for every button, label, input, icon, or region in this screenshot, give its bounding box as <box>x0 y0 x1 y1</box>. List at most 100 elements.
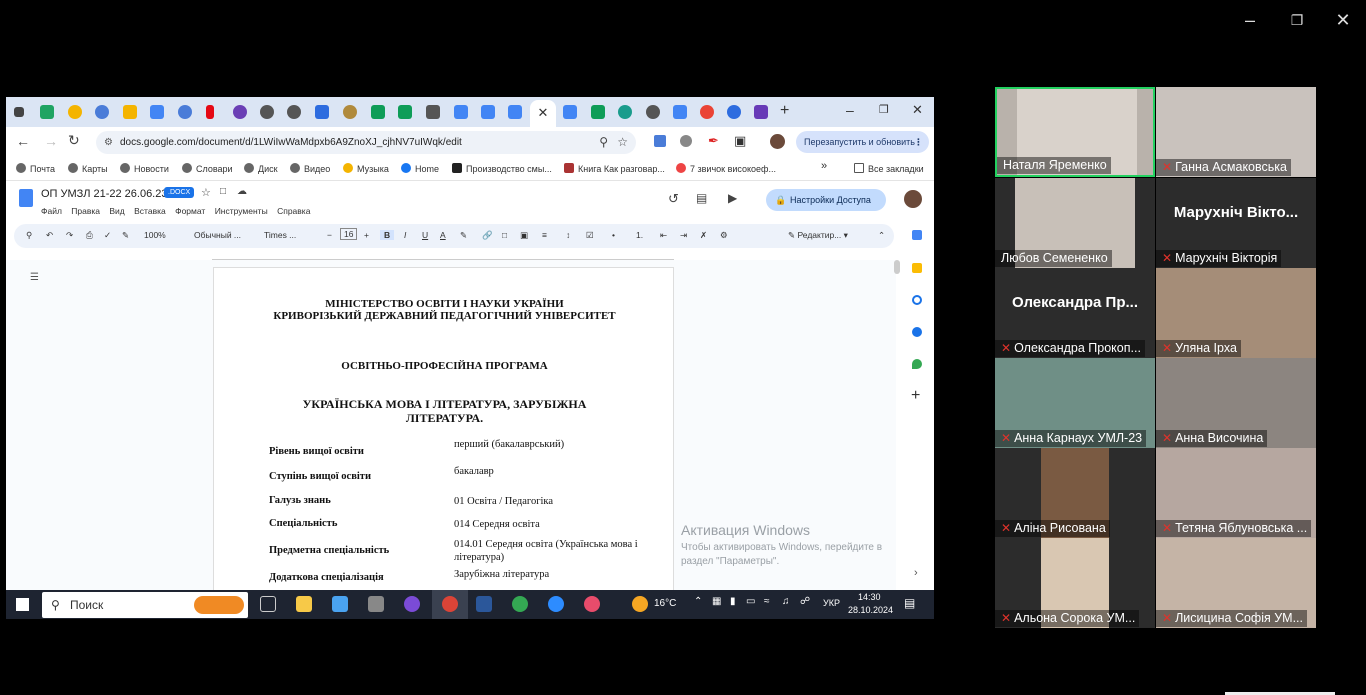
tab-icon[interactable] <box>68 105 82 119</box>
bookmark-item[interactable]: Почта <box>16 163 55 174</box>
tab-google-icon[interactable] <box>700 105 714 119</box>
menu-insert[interactable]: Вставка <box>134 206 166 216</box>
highlight-icon[interactable]: ✎ <box>460 230 467 241</box>
participant-tile[interactable]: ✕ Уляна Ірха <box>1156 268 1316 358</box>
tab-icon[interactable] <box>233 105 247 119</box>
tab-icon[interactable] <box>646 105 660 119</box>
document-title[interactable]: ОП УМЗЛ 21-22 26.06.23 <box>41 188 167 200</box>
participant-tile[interactable]: ✕ Аліна Рисована <box>995 448 1155 538</box>
tab-icon[interactable] <box>95 105 109 119</box>
participant-tile[interactable]: ✕ Ганна Асмаковська <box>1156 87 1316 177</box>
indent-decrease-icon[interactable]: ⇤ <box>660 230 667 241</box>
line-spacing-icon[interactable]: ↕ <box>566 230 570 240</box>
tab-icon[interactable] <box>260 105 274 119</box>
tray-icon[interactable]: ▦ <box>712 596 721 607</box>
profile-avatar[interactable] <box>770 134 785 149</box>
bookmark-item[interactable]: Словари <box>182 163 233 174</box>
clock-time[interactable]: 14:30 <box>858 592 881 602</box>
language-indicator[interactable]: УКР <box>823 598 840 608</box>
zoom-app-icon[interactable] <box>548 596 564 612</box>
meet-icon[interactable]: ▶ <box>728 191 737 205</box>
reload-icon[interactable]: ↻ <box>68 132 80 149</box>
participant-tile[interactable]: Любов Семененко <box>995 178 1155 268</box>
pen-extension-icon[interactable]: ✒ <box>708 133 719 149</box>
image-icon[interactable]: ▣ <box>520 230 528 241</box>
bookmark-item[interactable]: Видео <box>290 163 330 174</box>
tab-icon[interactable] <box>426 105 440 119</box>
extensions-puzzle-icon[interactable]: ▣ <box>734 133 746 149</box>
indent-increase-icon[interactable]: ⇥ <box>680 230 687 241</box>
back-icon[interactable]: ← <box>16 133 30 149</box>
explorer-icon[interactable] <box>296 596 312 612</box>
redo-icon[interactable]: ↷ <box>66 230 73 241</box>
align-icon[interactable]: ≡ <box>542 230 547 240</box>
bookmark-item[interactable]: Книга Как разговар... <box>564 163 665 174</box>
bookmarks-overflow-icon[interactable]: » <box>821 160 827 172</box>
print-icon[interactable]: ⎙ <box>86 230 93 241</box>
bold-icon[interactable]: B <box>380 230 395 240</box>
zoom-icon[interactable]: ⚲ <box>599 131 608 154</box>
taskbar-search[interactable]: ⚲ Поиск <box>42 592 248 618</box>
bulleted-list-icon[interactable]: • <box>612 230 615 240</box>
tab-netflix-icon[interactable] <box>206 105 214 119</box>
tab-icon[interactable] <box>315 105 329 119</box>
docs-logo-icon[interactable] <box>19 189 33 207</box>
start-icon[interactable] <box>16 598 29 611</box>
tab-drive-icon[interactable] <box>591 105 605 119</box>
clear-formatting-icon[interactable]: ✗ <box>700 230 707 241</box>
tasks-icon[interactable] <box>912 295 922 305</box>
calendar-icon[interactable] <box>912 230 922 240</box>
forward-icon[interactable]: → <box>44 133 58 149</box>
weather-temp[interactable]: 16°C <box>654 598 676 609</box>
app-icon[interactable] <box>368 596 384 612</box>
menu-file[interactable]: Файл <box>41 206 62 216</box>
text-color-icon[interactable]: A <box>440 230 446 240</box>
network-icon[interactable]: ☍ <box>800 596 810 607</box>
tab-docs-icon[interactable] <box>563 105 577 119</box>
tab-icon[interactable] <box>343 105 357 119</box>
numbered-list-icon[interactable]: 1. <box>636 230 643 240</box>
bookmark-item[interactable]: Музыка <box>343 163 389 174</box>
browser-minimize-icon[interactable]: – <box>846 102 854 118</box>
zoom-select[interactable]: 100% <box>144 230 166 240</box>
tab-icon[interactable] <box>618 105 632 119</box>
tab-docs-icon[interactable] <box>508 105 522 119</box>
app-icon[interactable] <box>584 596 600 612</box>
tab-drive-icon[interactable] <box>398 105 412 119</box>
task-view-icon[interactable] <box>260 596 276 612</box>
comments-icon[interactable]: ▤ <box>696 191 707 205</box>
bookmark-item[interactable]: Производство смы... <box>452 163 552 174</box>
share-button[interactable]: 🔒 Настройки Доступа <box>766 189 886 211</box>
browser-close-icon[interactable]: ✕ <box>912 102 923 118</box>
side-panel-expand-icon[interactable]: › <box>914 567 918 579</box>
account-avatar[interactable] <box>904 190 922 208</box>
tray-overflow-icon[interactable]: ⌃ <box>694 596 702 607</box>
participant-tile[interactable]: ✕ Анна Височина <box>1156 358 1316 448</box>
tab-docs-icon[interactable] <box>481 105 495 119</box>
tab-icon[interactable] <box>287 105 301 119</box>
bookmark-item[interactable]: Диск <box>244 163 278 174</box>
extension-icon[interactable] <box>654 135 666 147</box>
extension-icon[interactable] <box>680 135 692 147</box>
menu-tools[interactable]: Инструменты <box>215 206 268 216</box>
tab-sheets-icon[interactable] <box>40 105 54 119</box>
word-icon[interactable] <box>476 596 492 612</box>
chrome-icon[interactable] <box>512 596 528 612</box>
contacts-icon[interactable] <box>912 327 922 337</box>
input-tools-icon[interactable]: ⚙ <box>720 230 728 241</box>
hide-menus-icon[interactable]: ⌃ <box>878 230 885 241</box>
participant-tile[interactable]: ✕ Тетяна Яблуновська ... <box>1156 448 1316 538</box>
star-icon[interactable]: ☆ <box>201 186 211 199</box>
menu-edit[interactable]: Правка <box>71 206 100 216</box>
add-addon-icon[interactable]: + <box>911 387 920 405</box>
new-tab-icon[interactable]: + <box>780 102 789 120</box>
viber-icon[interactable] <box>404 596 420 612</box>
maps-icon[interactable] <box>912 359 922 369</box>
document-page[interactable]: МІНІСТЕРСТВО ОСВІТИ І НАУКИ УКРАЇНИ КРИВ… <box>213 267 674 597</box>
bookmark-item[interactable]: Home <box>401 163 439 174</box>
bookmark-star-icon[interactable]: ☆ <box>617 131 628 154</box>
link-icon[interactable]: 🔗 <box>482 230 493 241</box>
more-icon[interactable]: ⋮ <box>914 131 923 153</box>
participant-tile[interactable]: Наталя Яременко <box>995 87 1155 177</box>
italic-icon[interactable]: I <box>404 230 406 240</box>
